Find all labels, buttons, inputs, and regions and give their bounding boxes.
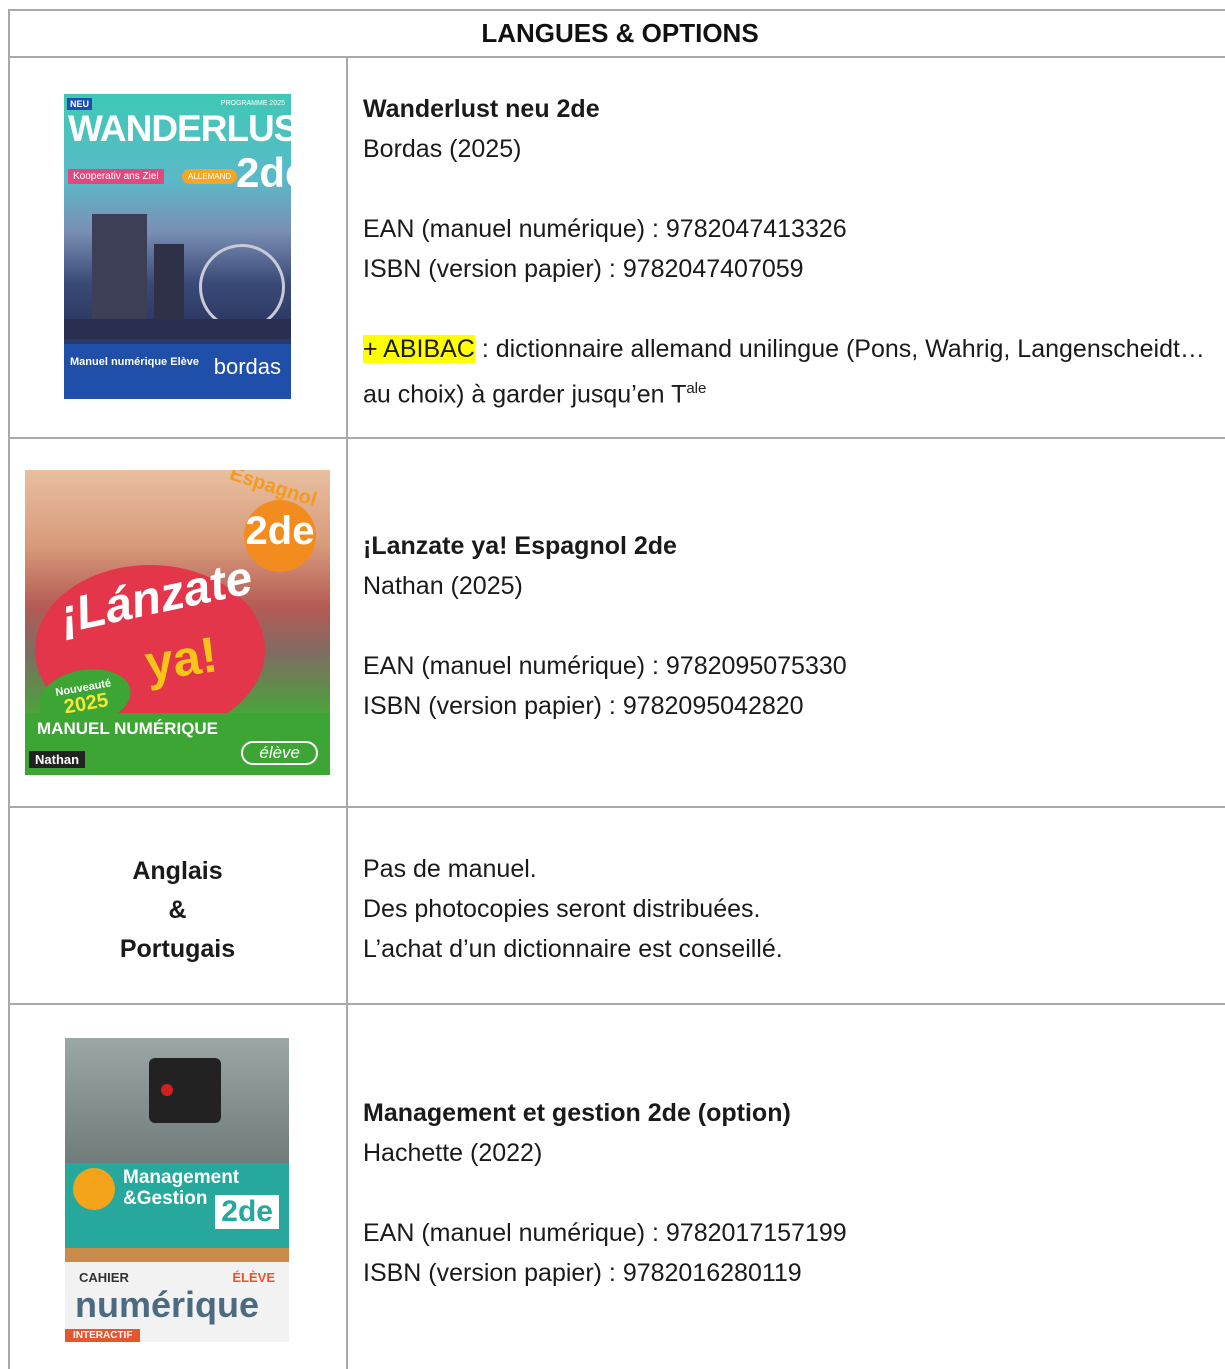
languages-label: Anglais & Portugais <box>8 852 347 969</box>
book-publisher: Bordas (2025) <box>363 135 522 163</box>
cover-eleve-label: ÉLÈVE <box>232 1270 275 1285</box>
cover-language: ALLEMAND <box>182 169 238 184</box>
publisher-logo: Nathan <box>29 751 86 768</box>
book-ean: EAN (manuel numérique) : 9782047413326 <box>363 215 847 243</box>
management-cover-image: Management &Gestion 2de CAHIER ÉLÈVE num… <box>65 1038 289 1342</box>
table-border-left <box>8 9 10 1369</box>
cover-decoration <box>199 244 285 330</box>
lanzate-cover-image: Espagnol 2de ¡Lánzate ya! Nouveauté 2025 … <box>25 470 330 775</box>
cover-programme-label: PROGRAMME 2025 <box>220 100 285 107</box>
cover-numerique-label: numérique <box>75 1284 260 1325</box>
book-title: ¡Lanzate ya! Espagnol 2de <box>363 532 677 560</box>
cover-footer: Manuel numérique Elève bordas <box>64 344 291 399</box>
cover-title: Management <box>123 1167 240 1188</box>
abibac-note-text: : dictionnaire allemand unilingue (Pons,… <box>363 335 1205 409</box>
publisher-logo: bordas <box>213 354 281 379</box>
cover-title-2: &Gestion <box>123 1188 208 1209</box>
wanderlust-details: Wanderlust neu 2de Bordas (2025) EAN (ma… <box>363 89 1225 414</box>
abibac-highlight: + ABIBAC <box>363 335 475 363</box>
cover-footer: MANUEL NUMÉRIQUE Nathan élève <box>25 713 330 775</box>
cover-decoration <box>64 319 291 339</box>
languages-line: L’achat d’un dictionnaire est conseillé. <box>363 935 783 963</box>
book-ean: EAN (manuel numérique) : 9782095075330 <box>363 652 847 680</box>
languages-line: Des photocopies seront distribuées. <box>363 895 761 923</box>
cover-level: 2de <box>245 509 315 553</box>
management-details: Management et gestion 2de (option) Hache… <box>363 1093 847 1293</box>
wanderlust-cover-image: NEU PROGRAMME 2025 WANDERLUST Kooperativ… <box>64 94 291 399</box>
book-isbn: ISBN (version papier) : 9782016280119 <box>363 1259 802 1287</box>
languages-line: Pas de manuel. <box>363 855 537 883</box>
abibac-note: + ABIBAC : dictionnaire allemand uniling… <box>363 329 1225 414</box>
cover-footer-label: MANUEL NUMÉRIQUE <box>37 719 219 738</box>
book-isbn: ISBN (version papier) : 9782095042820 <box>363 692 804 720</box>
cover-level-badge: 2de <box>244 500 316 572</box>
lanzate-details: ¡Lanzate ya! Espagnol 2de Nathan (2025) … <box>363 526 847 726</box>
cover-level: 2de <box>236 149 291 196</box>
book-publisher: Hachette (2022) <box>363 1139 543 1167</box>
row-divider <box>8 806 1225 808</box>
book-list-table: LANGUES & OPTIONS NEU PROGRAMME 2025 WAN… <box>8 9 1225 1369</box>
cover-cahier-label: CAHIER <box>79 1270 129 1285</box>
book-isbn: ISBN (version papier) : 9782047407059 <box>363 255 804 283</box>
row-divider <box>8 437 1225 439</box>
column-divider <box>346 56 348 1369</box>
cover-footer: CAHIER ÉLÈVE numérique INTERACTIF <box>65 1262 289 1342</box>
book-title: Management et gestion 2de (option) <box>363 1099 791 1127</box>
languages-details: Pas de manuel. Des photocopies seront di… <box>363 849 783 969</box>
cover-title: WANDERLUST <box>68 108 291 149</box>
cover-decoration <box>149 1058 221 1123</box>
cover-level: 2de <box>215 1195 279 1229</box>
book-title: Wanderlust neu 2de <box>363 95 600 123</box>
book-ean: EAN (manuel numérique) : 9782017157199 <box>363 1219 847 1247</box>
record-icon <box>161 1084 173 1096</box>
cover-seal-icon <box>73 1168 115 1210</box>
language-separator: & <box>168 896 187 924</box>
book-publisher: Nathan (2025) <box>363 572 523 600</box>
table-header: LANGUES & OPTIONS <box>481 17 759 48</box>
cover-title-2: ya! <box>141 626 221 692</box>
cover-interactif-label: INTERACTIF <box>65 1329 141 1342</box>
language-english: Anglais <box>132 857 223 885</box>
cover-eleve-label: élève <box>241 741 318 765</box>
language-portuguese: Portugais <box>119 935 236 963</box>
cover-footer-label: Manuel numérique Elève <box>70 356 199 368</box>
row-divider <box>8 1003 1225 1005</box>
cover-subtitle: Kooperativ ans Ziel <box>68 169 164 184</box>
abibac-note-sup: ale <box>686 380 707 397</box>
